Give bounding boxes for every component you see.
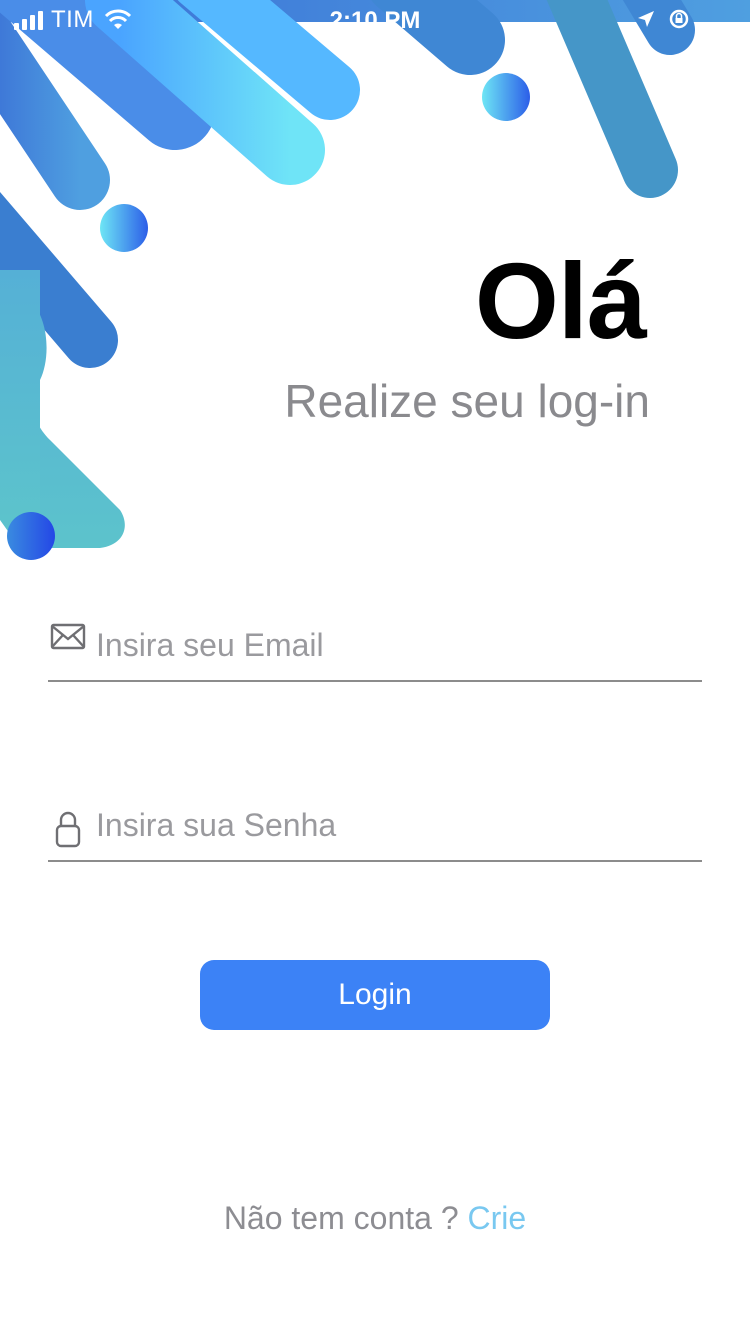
lock-icon xyxy=(55,811,81,848)
location-icon xyxy=(638,11,654,27)
email-field-container xyxy=(48,616,702,682)
status-bar: TIM 2:10 PM xyxy=(0,0,750,40)
signup-prompt-text: Não tem conta ? xyxy=(223,1200,459,1236)
email-input[interactable] xyxy=(96,616,696,674)
password-field-container xyxy=(48,796,702,862)
lock-rotation-icon xyxy=(669,9,689,29)
signup-prompt: Não tem conta ? Crie xyxy=(0,1200,750,1237)
login-button[interactable]: Login xyxy=(200,960,550,1030)
password-input[interactable] xyxy=(96,796,696,854)
mail-icon xyxy=(50,623,86,650)
greeting-title: Olá xyxy=(474,240,647,361)
subtitle: Realize seu log-in xyxy=(284,375,650,427)
signup-link[interactable]: Crie xyxy=(468,1200,527,1236)
status-right xyxy=(636,8,690,30)
